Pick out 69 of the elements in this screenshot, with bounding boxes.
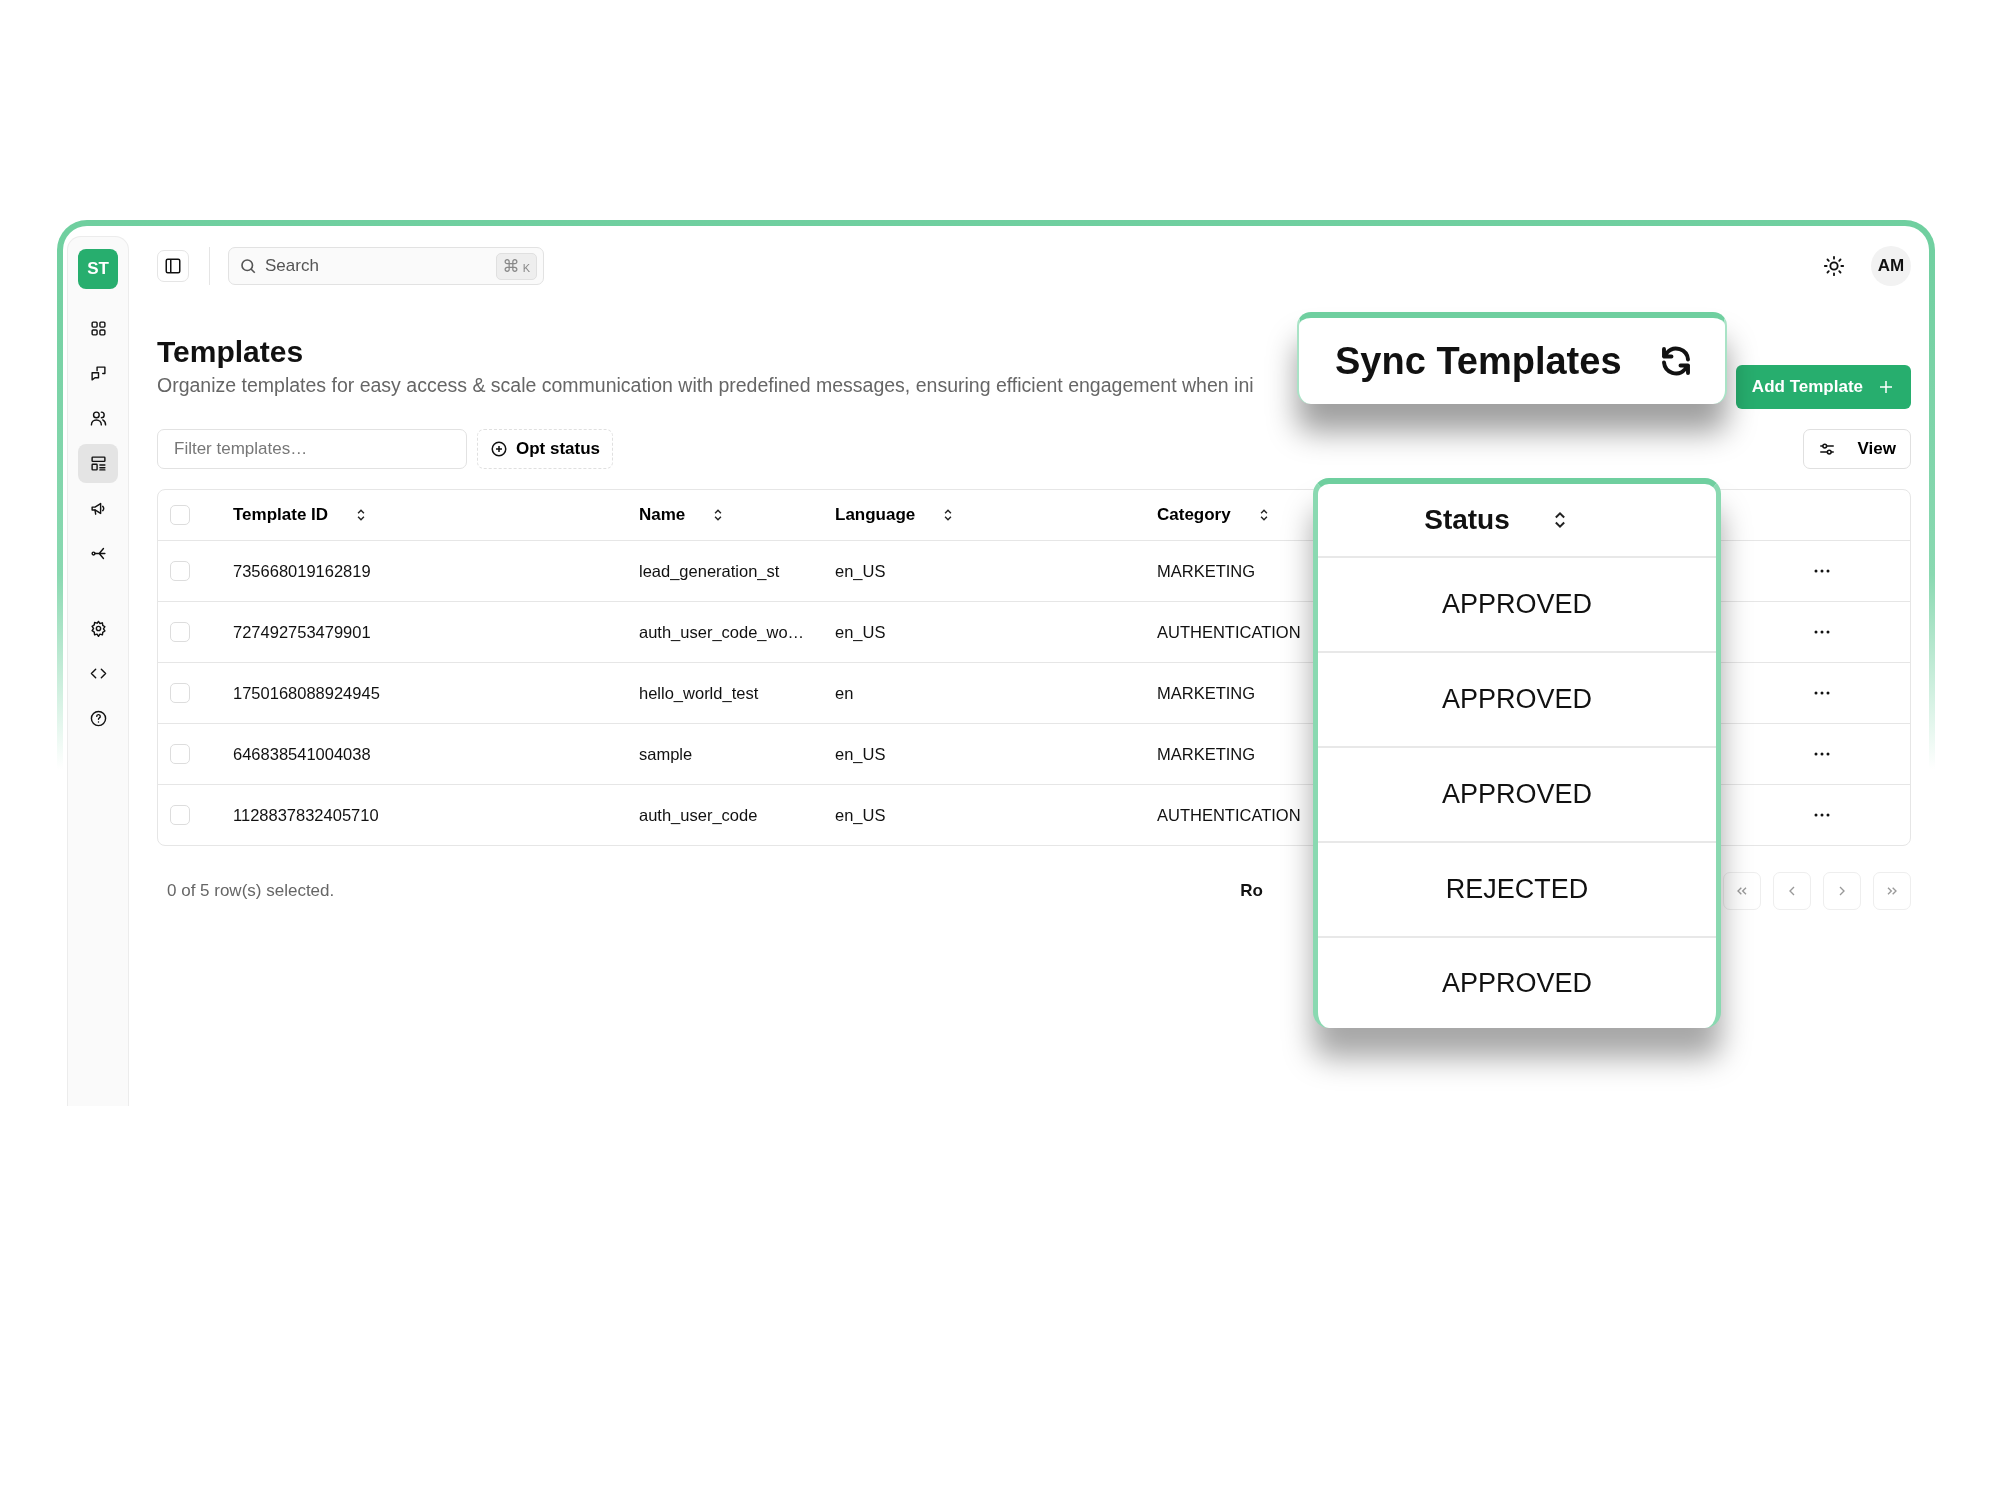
chat-icon [89,365,107,382]
sidebar-toggle-button[interactable] [157,250,189,282]
opt-status-button[interactable]: Opt status [477,429,614,469]
more-icon [1813,690,1831,696]
status-text: APPROVED [1441,779,1592,810]
status-text: APPROVED [1441,589,1592,620]
more-icon [1813,568,1831,574]
table-cell: 646838541004038 [233,744,371,764]
more-icon [1813,812,1831,818]
table-cell: 1128837832405710 [233,805,379,825]
table-cell: auth_user_code [639,805,758,825]
table-cell: lead_generation_st [639,561,780,581]
row-checkbox[interactable] [170,561,190,581]
status-text: APPROVED [1441,967,1592,999]
share-icon [89,545,107,562]
sun-icon[interactable] [1823,255,1845,277]
table-cell: auth_user_code_wo… [639,622,805,642]
user-avatar[interactable]: AM [1871,246,1911,286]
row-checkbox[interactable] [170,805,190,825]
template-list-icon [89,455,107,472]
table-cell: sample [639,744,693,764]
table-cell: MARKETING [1157,744,1256,764]
search-input[interactable]: Search [263,255,490,277]
select-all-checkbox[interactable] [170,505,190,525]
table-cell: hello_world_test [639,683,759,703]
page-title: Templates [157,334,304,370]
plus-icon [1877,378,1895,396]
plus-circle-icon [490,440,508,458]
users-icon [89,410,107,427]
rows-per-page-label: Ro [1240,881,1263,901]
row-checkbox[interactable] [170,683,190,703]
table-cell: en_US [835,744,886,764]
sync-templates-label: Sync Templates [1335,339,1622,383]
selection-count: 0 of 5 row(s) selected. [167,881,335,901]
row-checkbox[interactable] [170,744,190,764]
table-cell: AUTHENTICATION [1157,805,1301,825]
status-text: APPROVED [1441,684,1592,715]
table-cell: en_US [835,561,886,581]
table-cell: 735668019162819 [233,561,371,581]
more-icon [1813,751,1831,757]
filter-field[interactable]: Filter templates… [157,429,467,469]
page-subtitle: Organize templates for easy access & scale communication with predefined messages, ensuring efficient engagement when ini [157,374,1254,397]
table-cell: MARKETING [1157,561,1256,581]
row-checkbox[interactable] [170,622,190,642]
column-header[interactable]: Template ID [233,505,329,525]
column-header[interactable]: Name [639,505,686,525]
sliders-icon [1817,440,1836,458]
column-header[interactable]: Category [1157,505,1231,525]
table-cell: MARKETING [1157,683,1256,703]
sync-templates-callout[interactable]: Sync Templates [1297,312,1727,404]
table-cell: en [835,683,854,703]
panel-icon [164,257,182,275]
table-cell: AUTHENTICATION [1157,622,1301,642]
sidebar-item[interactable] [78,444,118,483]
status-text: REJECTED [1445,874,1589,905]
dashboard-icon [89,320,107,337]
column-header[interactable]: Language [835,505,916,525]
settings-icon [89,620,107,637]
table-cell: en_US [835,805,886,825]
more-icon [1813,629,1831,635]
status-column-header[interactable]: Status [1424,504,1510,536]
view-button[interactable]: View [1802,429,1911,469]
table-cell: 1750168088924945 [233,683,380,703]
table-cell: en_US [835,622,886,642]
search-icon [239,257,257,275]
shortcut-hint: ⌘ K [495,252,537,280]
help-icon [89,710,107,727]
table-cell: 727492753479901 [233,622,371,642]
megaphone-icon [89,500,107,517]
